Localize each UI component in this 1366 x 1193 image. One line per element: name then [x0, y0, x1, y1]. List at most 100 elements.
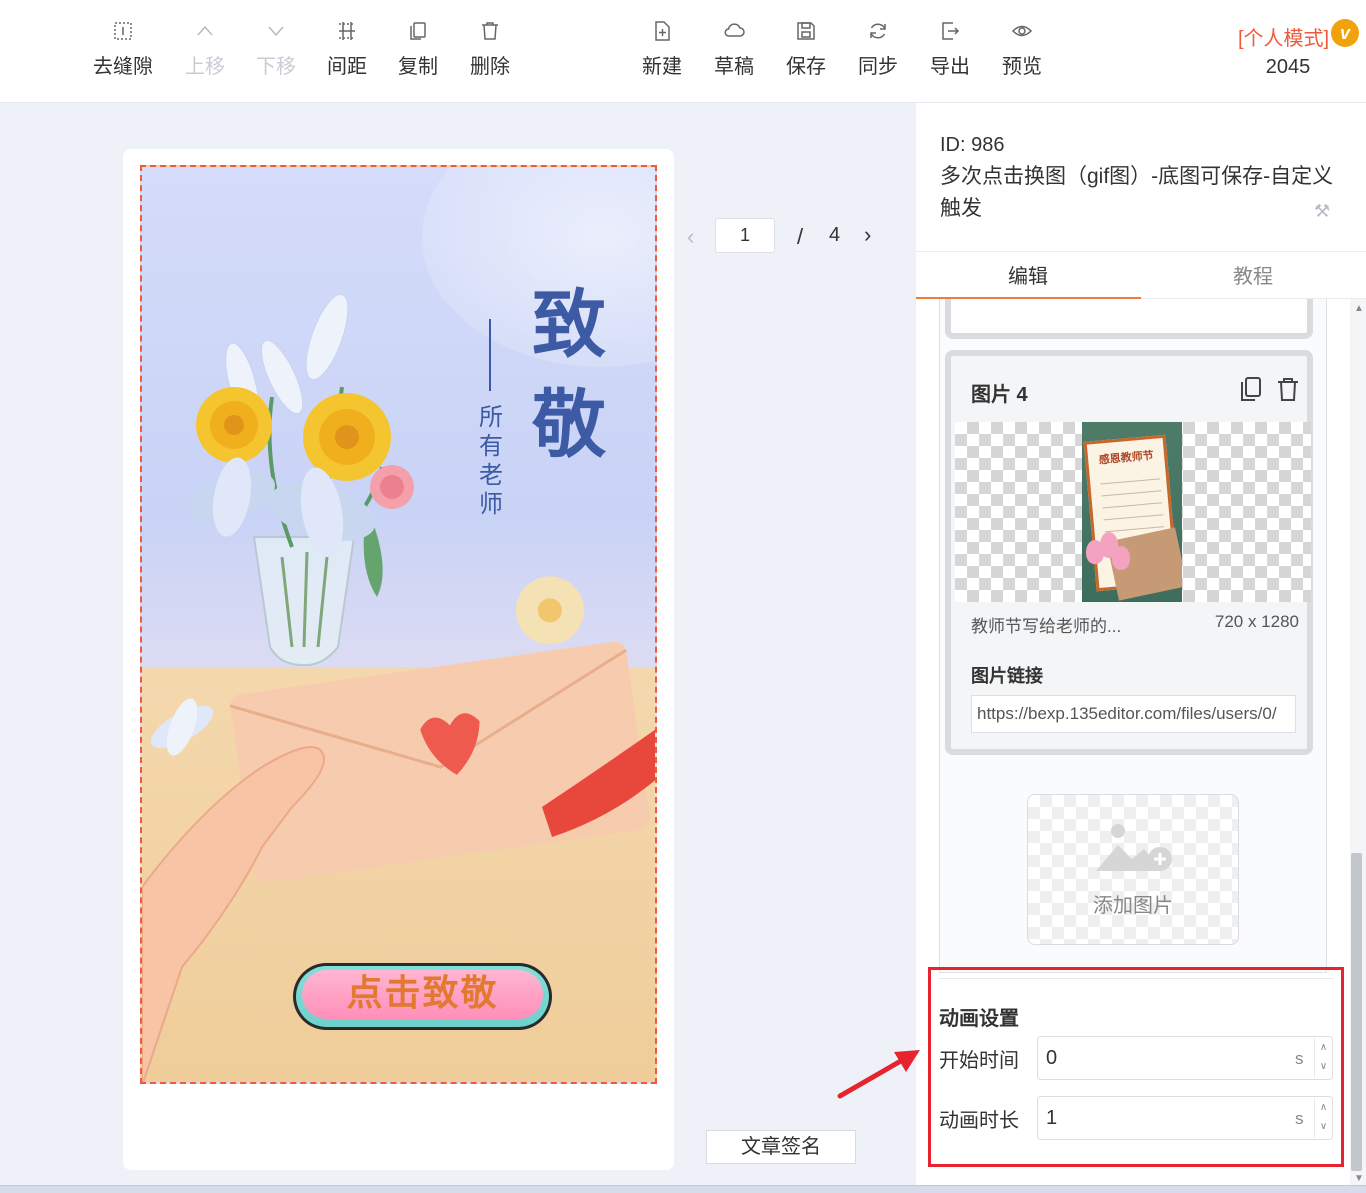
scroll-up-icon[interactable]: ▲ — [1354, 303, 1364, 314]
add-picture-icon — [1096, 824, 1172, 871]
move-down-button[interactable]: 下移 — [240, 20, 312, 79]
duration-unit: s — [1295, 1109, 1304, 1128]
trash-icon[interactable] — [1276, 376, 1300, 402]
image-card-4: 图片 4 感恩教师节 教师节写给老师的... 720 x 1280 图片链接 h… — [945, 350, 1313, 755]
template-id: ID: 986 — [940, 134, 1005, 156]
subtitle-vertical: 所有老师 — [479, 404, 503, 518]
copy-label: 复制 — [398, 56, 438, 78]
cta-label: 点击致敬 — [302, 970, 543, 1019]
animation-settings-title: 动画设置 — [939, 1008, 1019, 1030]
thumbnail-heading: 感恩教师节 — [1098, 449, 1155, 467]
sync-icon — [870, 23, 886, 39]
scroll-down-icon[interactable]: ▼ — [1354, 1173, 1364, 1184]
new-file-icon — [655, 21, 670, 41]
sync-label: 同步 — [858, 56, 898, 78]
page-number-input[interactable]: 1 — [715, 218, 775, 253]
tools-icon[interactable]: ⚒ — [1314, 201, 1330, 222]
cloud-icon — [724, 23, 745, 37]
animation-settings: 动画设置 开始时间 0 s ∧ ∨ 动画时长 1 s ∧ ∨ — [928, 967, 1344, 1167]
gap-remove-icon — [114, 22, 132, 40]
start-time-unit: s — [1295, 1049, 1304, 1068]
image-thumbnail: 感恩教师节 — [1082, 422, 1182, 602]
start-time-value: 0 — [1046, 1047, 1058, 1069]
article-signature-button[interactable]: 文章签名 — [706, 1130, 856, 1164]
prev-page-icon[interactable]: ‹ — [687, 224, 694, 250]
tab-edit[interactable]: 编辑 — [916, 260, 1140, 289]
headline: 致 敬 — [524, 275, 614, 475]
page-separator: / — [797, 224, 804, 249]
image-file-name: 教师节写给老师的... — [971, 617, 1122, 636]
move-up-label: 上移 — [185, 56, 225, 78]
move-down-label: 下移 — [256, 56, 296, 78]
image-dimensions: 720 x 1280 — [1214, 612, 1299, 631]
paper-line — [1103, 514, 1164, 521]
user-count: 2045 — [1265, 56, 1311, 78]
headline-char-2: 敬 — [532, 382, 606, 468]
add-image-label: 添加图片 — [1093, 895, 1173, 917]
chevron-down-icon — [268, 26, 284, 37]
start-time-label: 开始时间 — [939, 1050, 1019, 1072]
new-button[interactable]: 新建 — [626, 20, 698, 79]
tulip — [1112, 546, 1130, 570]
add-image-button[interactable]: 添加图片 — [1027, 794, 1239, 945]
export-label: 导出 — [930, 56, 970, 78]
remove-gap-button[interactable]: 去缝隙 — [87, 20, 159, 79]
image-link-input[interactable]: https://bexp.135editor.com/files/users/0… — [971, 695, 1296, 733]
title-divider — [489, 319, 491, 391]
start-time-input[interactable]: 0 s ∧ ∨ — [1037, 1036, 1333, 1080]
copy-button[interactable]: 复制 — [382, 20, 454, 79]
duration-label: 动画时长 — [939, 1110, 1019, 1132]
duration-input[interactable]: 1 s ∧ ∨ — [1037, 1096, 1333, 1140]
vip-badge-icon[interactable]: v — [1331, 19, 1359, 47]
template-description: 多次点击换图（gif图）-底图可保存-自定义触发 — [940, 165, 1334, 220]
bottom-strip — [0, 1185, 1366, 1193]
remove-gap-label: 去缝隙 — [93, 56, 153, 78]
paper-line — [1100, 478, 1161, 485]
save-icon — [797, 22, 815, 40]
new-label: 新建 — [642, 56, 682, 78]
preview-button[interactable]: 预览 — [986, 20, 1058, 79]
right-panel: ID: 986 多次点击换图（gif图）-底图可保存-自定义触发 ⚒ 编辑 教程… — [916, 103, 1366, 1185]
salute-cta-button[interactable]: 点击致敬 — [293, 963, 552, 1030]
export-icon — [942, 22, 960, 40]
previous-image-card — [945, 299, 1313, 339]
image-preview[interactable]: 感恩教师节 — [955, 422, 1311, 602]
export-button[interactable]: 导出 — [914, 20, 986, 79]
save-label: 保存 — [786, 56, 826, 78]
draft-label: 草稿 — [714, 56, 754, 78]
duration-stepper[interactable]: ∧ ∨ — [1314, 1098, 1332, 1138]
page-total: 4 — [829, 224, 841, 246]
copy-icon — [410, 22, 426, 40]
edit-scroll-area[interactable]: 图片 4 感恩教师节 教师节写给老师的... 720 x 1280 图片链接 h… — [916, 299, 1352, 1185]
top-toolbar: 去缝隙 上移 下移 间距 复制 删除 新建 草稿 保存 同步 导出 预览 [个人… — [0, 0, 1366, 103]
move-up-button[interactable]: 上移 — [169, 20, 241, 79]
spacing-label: 间距 — [327, 56, 367, 78]
red-arrow-icon — [837, 1050, 920, 1099]
copy-icon[interactable] — [1239, 376, 1263, 402]
panel-tabs: 编辑 教程 — [916, 251, 1366, 299]
headline-char-1: 致 — [532, 282, 606, 368]
trash-icon — [482, 22, 498, 40]
start-time-stepper[interactable]: ∧ ∨ — [1314, 1038, 1332, 1078]
cta-border: 点击致敬 — [296, 966, 549, 1027]
sync-button[interactable]: 同步 — [842, 20, 914, 79]
duration-value: 1 — [1046, 1107, 1058, 1129]
tab-tutorial[interactable]: 教程 — [1141, 260, 1365, 289]
personal-mode-link[interactable]: [个人模式] — [1238, 22, 1338, 51]
delete-button[interactable]: 删除 — [454, 20, 526, 79]
paper-line — [1101, 490, 1162, 497]
spacing-icon — [339, 22, 355, 40]
next-page-icon[interactable]: › — [864, 222, 871, 248]
scrollbar-thumb[interactable] — [1351, 853, 1362, 1171]
image-card-title: 图片 4 — [971, 384, 1028, 406]
save-button[interactable]: 保存 — [770, 20, 842, 79]
paper-line — [1102, 502, 1163, 509]
preview-label: 预览 — [1002, 56, 1042, 78]
spacing-button[interactable]: 间距 — [311, 20, 383, 79]
template-preview[interactable]: 致 敬 所有老师 点击致敬 — [140, 165, 657, 1084]
section-divider — [939, 978, 1333, 979]
draft-button[interactable]: 草稿 — [698, 20, 770, 79]
image-link-label: 图片链接 — [971, 666, 1043, 686]
delete-label: 删除 — [470, 56, 510, 78]
chevron-up-icon — [197, 25, 213, 36]
